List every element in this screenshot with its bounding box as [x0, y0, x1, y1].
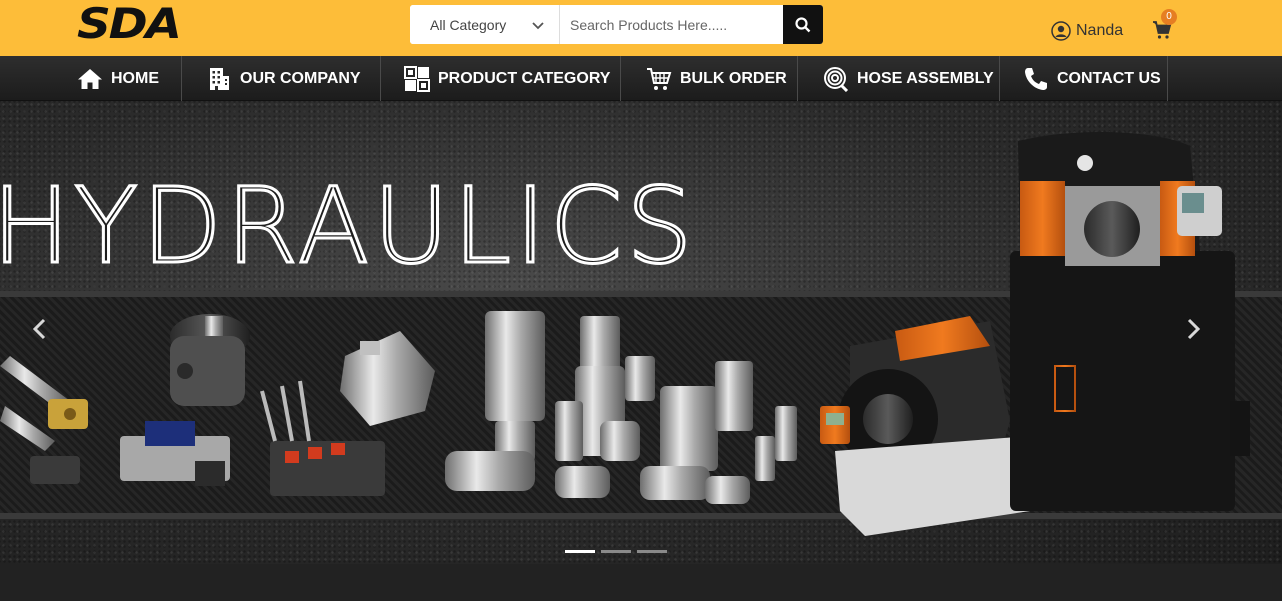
grid-icon [404, 65, 430, 92]
user-account-link[interactable]: Nanda [1051, 20, 1123, 42]
chevron-left-icon [32, 318, 46, 340]
nav-item-contact-us[interactable]: CONTACT US [1023, 56, 1161, 101]
nav-item-our-company[interactable]: OUR COMPANY [206, 56, 361, 101]
category-select[interactable]: All Category [410, 5, 560, 44]
top-header: SDA All Category Nanda 0 [0, 0, 1282, 56]
nav-label-our-company: OUR COMPANY [240, 69, 361, 87]
user-icon [1051, 21, 1071, 41]
ball-valve-image [0, 356, 88, 484]
crimping-machine-image [1010, 131, 1250, 511]
nav-label-contact-us: CONTACT US [1057, 69, 1161, 87]
nav-divider [181, 56, 182, 101]
cart-icon [647, 67, 672, 90]
hero-slider: HYDRAULICS [0, 101, 1282, 564]
nav-label-hose-assembly: HOSE ASSEMBLY [857, 69, 994, 87]
category-select-label: All Category [430, 16, 507, 33]
nav-label-bulk-order: BULK ORDER [680, 69, 787, 87]
portable-crimper-image [820, 316, 1030, 536]
slider-indicators [565, 550, 667, 553]
nav-divider [797, 56, 798, 101]
slider-next-button[interactable] [1183, 317, 1203, 341]
nav-divider [999, 56, 1000, 101]
user-name: Nanda [1076, 22, 1124, 39]
hydraulic-motor-image [170, 314, 250, 406]
logo-text: SDA [77, 0, 182, 48]
solenoid-valve-image [120, 421, 230, 486]
chevron-down-icon [532, 21, 544, 29]
search-bar: All Category [410, 5, 823, 44]
nav-item-product-category[interactable]: PRODUCT CATEGORY [404, 56, 610, 101]
slider-dot-2[interactable] [601, 550, 631, 553]
site-logo[interactable]: SDA [77, 3, 182, 45]
nav-item-bulk-order[interactable]: BULK ORDER [646, 56, 787, 101]
chevron-right-icon [1187, 318, 1201, 340]
building-icon [210, 67, 229, 90]
search-icon [795, 16, 811, 32]
slider-dot-3[interactable] [637, 550, 667, 553]
main-navigation: HOME OUR COMPANY PRODUCT CATEGORY BULK O… [0, 56, 1282, 101]
slider-prev-button[interactable] [30, 317, 50, 341]
slider-dot-1[interactable] [565, 550, 595, 553]
home-icon [78, 68, 102, 89]
hose-icon [824, 66, 849, 92]
nav-divider [620, 56, 621, 101]
quick-couplings-image [445, 311, 797, 504]
page-content-area [0, 564, 1282, 601]
nav-item-hose-assembly[interactable]: HOSE ASSEMBLY [823, 56, 994, 101]
phone-icon [1025, 67, 1047, 90]
search-input[interactable] [560, 5, 783, 44]
nav-divider [380, 56, 381, 101]
cart-count-badge: 0 [1161, 9, 1177, 25]
gear-pump-image [340, 331, 435, 426]
nav-divider [1167, 56, 1168, 101]
search-button[interactable] [783, 5, 823, 44]
hydraulic-products-image [0, 131, 1250, 536]
nav-label-product-category: PRODUCT CATEGORY [438, 69, 611, 87]
nav-label-home: HOME [111, 69, 159, 87]
nav-item-home[interactable]: HOME [77, 56, 159, 101]
